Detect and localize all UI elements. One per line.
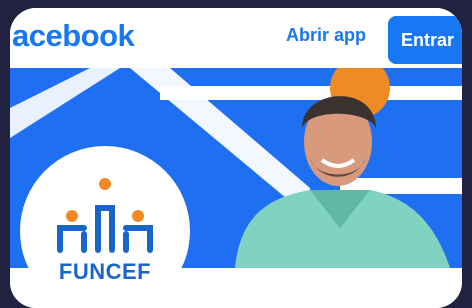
logo-wordmark: FUNCEF — [58, 259, 152, 284]
login-button[interactable]: Entrar — [388, 16, 462, 64]
facebook-logo[interactable]: acebook — [12, 18, 135, 54]
cover-stripe — [10, 68, 120, 138]
facebook-page-card: acebook Abrir app Entrar FUNCEF — [10, 8, 462, 308]
top-bar: acebook Abrir app Entrar — [10, 8, 462, 68]
cover-stripe — [160, 86, 462, 100]
open-app-link[interactable]: Abrir app — [286, 25, 366, 46]
